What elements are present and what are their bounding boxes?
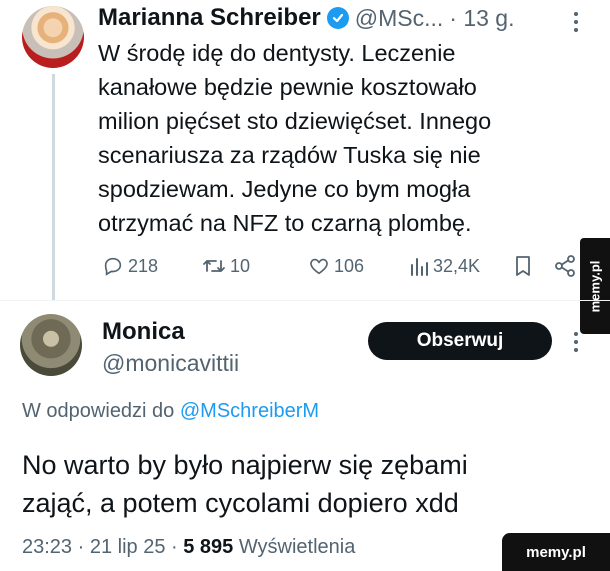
- tweet-line: W środę idę do dentysty. Leczenie: [98, 40, 456, 66]
- reply-author-avatar[interactable]: [20, 314, 82, 376]
- side-watermark: memy.pl: [580, 238, 610, 334]
- tweet-line: spodziewam. Jedyne co bym mogła: [98, 176, 471, 202]
- reply-to-line: W odpowiedzi do @MSchreiberM: [22, 400, 319, 423]
- tweet-line: otrzymać na NFZ to czarną plombę.: [98, 210, 472, 236]
- tweet-line: milion pięćset sto dziewięćset. Innego: [98, 108, 492, 134]
- author-avatar[interactable]: [22, 6, 84, 68]
- reply-button[interactable]: 218: [102, 255, 158, 277]
- like-count: 106: [334, 255, 365, 276]
- views-button[interactable]: 32,4K: [409, 255, 480, 277]
- side-watermark-text: memy.pl: [587, 260, 603, 312]
- reply-views-label: Wyświetlenia: [238, 536, 356, 558]
- reply-body: No warto by było najpierw się zębami zaj…: [22, 446, 582, 522]
- reply-to-prefix: W odpowiedzi do: [22, 400, 175, 422]
- corner-watermark-text: memy.pl: [526, 543, 586, 561]
- bookmark-button[interactable]: [513, 255, 533, 277]
- repost-button[interactable]: 10: [202, 255, 250, 277]
- reply-author-handle[interactable]: @monicavittii: [102, 350, 239, 377]
- author-name[interactable]: Marianna Schreiber: [98, 4, 321, 32]
- tweet-header: Marianna Schreiber @MSc... · 13 g.: [98, 4, 515, 32]
- like-icon: [310, 258, 328, 275]
- tweet-body: W środę idę do dentysty. Leczenie kanało…: [98, 36, 538, 240]
- like-button[interactable]: 106: [308, 255, 364, 277]
- reply-to-mention[interactable]: @MSchreiberM: [180, 400, 319, 422]
- corner-watermark: memy.pl: [502, 533, 610, 571]
- reply-icon: [104, 257, 122, 276]
- reply-line: No warto by było najpierw się zębami: [22, 450, 468, 480]
- reply-line: zająć, a potem cycolami dopiero xdd: [22, 488, 459, 518]
- views-icon: [411, 258, 428, 276]
- reply-author-name[interactable]: Monica: [102, 318, 185, 346]
- reply-more-options-icon[interactable]: [572, 330, 580, 359]
- verified-badge-icon: [326, 7, 349, 29]
- reply-time[interactable]: 23:23 · 21 lip 25 ·: [22, 536, 178, 558]
- author-handle[interactable]: @MSc...: [355, 5, 444, 32]
- reply-meta: 23:23 · 21 lip 25 · 5 895 Wyświetlenia: [22, 536, 355, 559]
- reply-count: 218: [128, 255, 159, 276]
- repost-count: 10: [230, 255, 251, 276]
- follow-button[interactable]: Obserwuj: [368, 322, 552, 360]
- tweet-line: scenariusza za rządów Tuska się nie: [98, 142, 481, 168]
- share-icon: [555, 255, 575, 277]
- thread-line: [52, 74, 55, 300]
- reply-views-count: 5 895: [183, 536, 234, 558]
- bookmark-icon: [516, 256, 530, 276]
- views-count: 32,4K: [433, 255, 481, 276]
- repost-icon: [203, 260, 225, 272]
- divider: [0, 300, 610, 301]
- tweet-line: kanałowe będzie pewnie kosztowało: [98, 74, 477, 100]
- share-button[interactable]: [554, 255, 576, 277]
- tweet-actions: 218 10 106 32,4K: [102, 255, 582, 283]
- tweet-time[interactable]: · 13 g.: [449, 5, 514, 32]
- more-options-icon[interactable]: [572, 10, 580, 39]
